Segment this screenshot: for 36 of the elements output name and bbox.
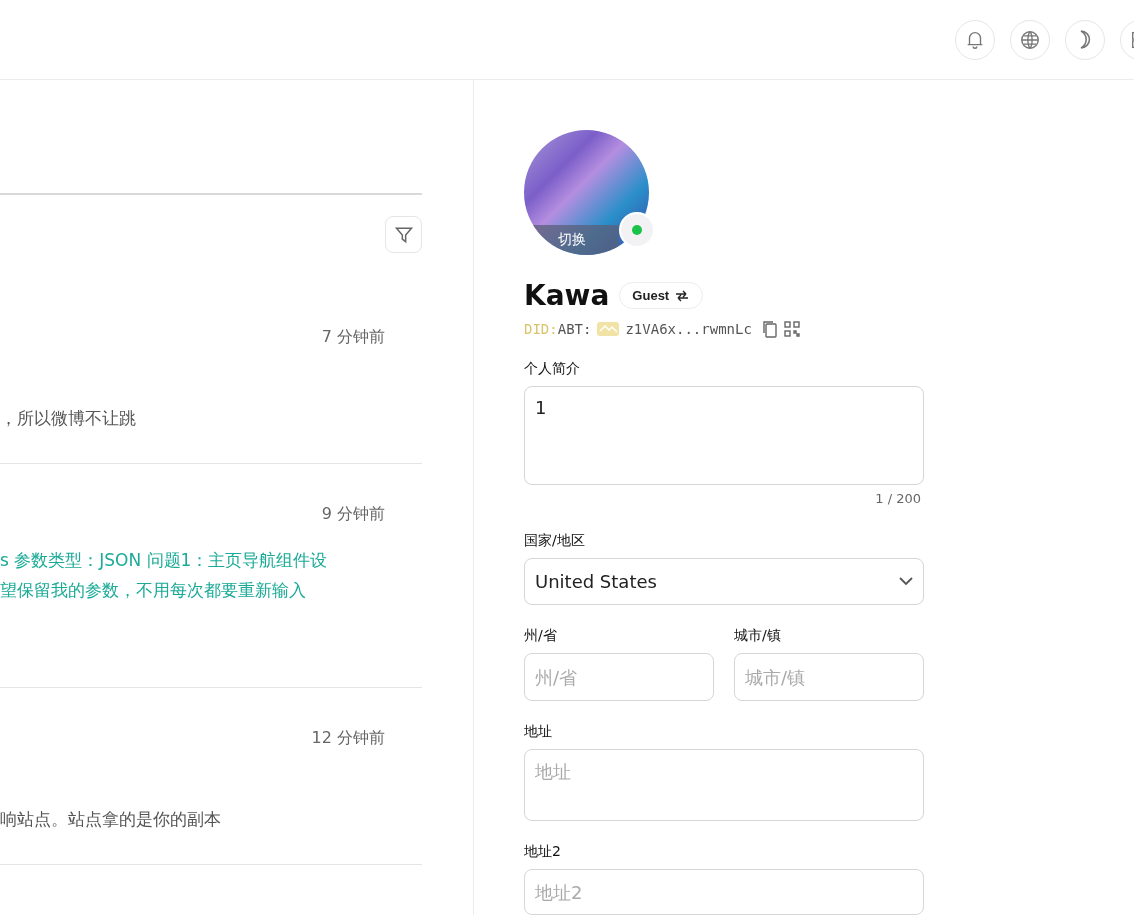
- field-label: 地址2: [524, 843, 562, 862]
- role-switch-button[interactable]: Guest: [619, 282, 704, 309]
- post-link[interactable]: s 参数类型：JSON 问题1：主页导航组件设: [0, 545, 422, 575]
- field-label: 个人简介: [524, 360, 581, 378]
- copy-icon[interactable]: [761, 320, 778, 338]
- post-text: ，所以微博不让跳: [0, 407, 137, 430]
- user-name: Kawa: [524, 279, 610, 312]
- filter-button[interactable]: [385, 216, 422, 253]
- post-text: 响站点。站点拿的是你的副本: [0, 808, 222, 831]
- address-field[interactable]: 地址: [524, 749, 924, 822]
- avatar-image[interactable]: 切换: [524, 130, 649, 255]
- field-label: 州/省: [524, 627, 558, 646]
- post-time: 7 分钟前: [321, 327, 385, 348]
- did-avatar-icon: [597, 321, 620, 337]
- theme-toggle-button[interactable]: [1065, 19, 1105, 60]
- character-counter: 1 / 200: [875, 490, 921, 506]
- qr-code-icon[interactable]: [783, 321, 800, 337]
- did-address: z1VA6x...rwmnLc: [625, 321, 752, 337]
- did-label: DID:ABT:: [524, 321, 592, 337]
- city-field[interactable]: 城市/镇: [734, 653, 924, 702]
- post-time: 12 分钟前: [311, 728, 385, 749]
- globe-icon: [1019, 28, 1041, 51]
- bio-field[interactable]: 1: [524, 386, 924, 485]
- field-label: 城市/镇: [734, 627, 782, 646]
- chevron-down-icon: [899, 576, 913, 586]
- moon-icon: [1079, 30, 1091, 49]
- post-time: 9 分钟前: [321, 504, 385, 525]
- language-button[interactable]: [1010, 19, 1050, 60]
- state-field[interactable]: 州/省: [524, 653, 714, 702]
- swap-icon: [674, 289, 691, 302]
- notifications-button[interactable]: [955, 19, 995, 60]
- country-select[interactable]: United States: [524, 557, 924, 606]
- address-2-field[interactable]: 地址2: [524, 869, 924, 915]
- post-link[interactable]: 望保留我的参数，不用每次都要重新输入: [0, 575, 422, 605]
- field-label: 地址: [524, 723, 553, 742]
- field-label: 国家/地区: [524, 531, 586, 550]
